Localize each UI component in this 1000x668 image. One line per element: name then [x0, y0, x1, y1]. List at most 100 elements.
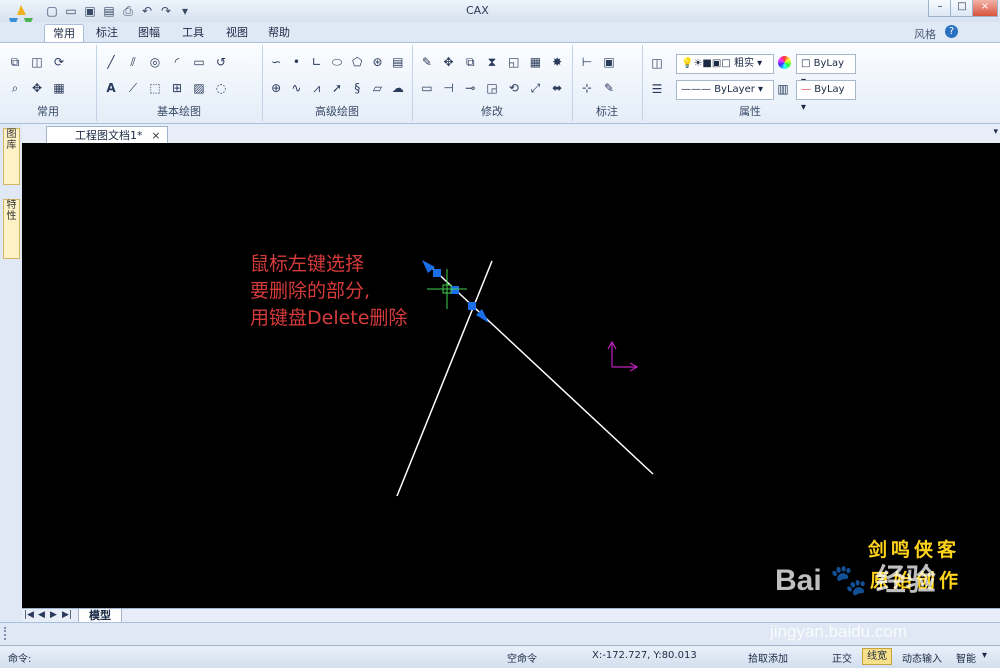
fillet-icon[interactable]: ◲	[483, 79, 501, 97]
dim-style-icon[interactable]: ▣	[600, 53, 618, 71]
explode-icon[interactable]: ✸	[548, 53, 566, 71]
cycloid-icon[interactable]: ⊕	[268, 79, 284, 97]
break-icon[interactable]: ⊸	[461, 79, 479, 97]
extend-icon[interactable]: ⊣	[440, 79, 458, 97]
save-icon[interactable]: ▣	[82, 3, 98, 19]
tab-dimension[interactable]: 标注	[88, 24, 126, 42]
linetype-combo[interactable]: ——— ByLayer ▾	[676, 80, 774, 100]
stretch-icon[interactable]: ⬌	[548, 79, 566, 97]
maximize-button[interactable]: □	[950, 0, 974, 17]
drawn-line-2[interactable]	[431, 267, 654, 475]
nav-last-icon[interactable]: ▶|	[62, 610, 72, 620]
zoom-icon[interactable]: ⌕	[6, 79, 24, 97]
grip-end[interactable]	[468, 302, 476, 310]
tab-list-icon[interactable]: ▾	[993, 127, 998, 137]
new-icon[interactable]: ▢	[44, 3, 60, 19]
circle-icon[interactable]: ◎	[146, 53, 164, 71]
color-wheel-icon[interactable]	[778, 56, 791, 69]
arc-icon[interactable]: ◜	[168, 53, 186, 71]
close-tab-icon[interactable]: ×	[151, 127, 160, 144]
help-icon[interactable]: ?	[945, 25, 958, 38]
center-mark-icon[interactable]: ⊛	[369, 53, 385, 71]
text-icon[interactable]: A	[102, 79, 120, 97]
dynamic-input-toggle[interactable]: 动态输入	[902, 650, 942, 665]
layer-icon[interactable]: ◫	[28, 53, 46, 71]
dim-edit-icon[interactable]: ✎	[600, 79, 618, 97]
angle-icon[interactable]: ∟	[309, 53, 325, 71]
document-tab[interactable]: 工程图文档1* ×	[46, 126, 168, 144]
move-icon[interactable]: ✥	[440, 53, 458, 71]
block-icon[interactable]: ⬚	[146, 79, 164, 97]
undo-icon[interactable]: ↶	[139, 3, 155, 19]
cloud-icon[interactable]: ☁	[390, 79, 406, 97]
grip-start[interactable]	[433, 269, 441, 277]
smart-snap-toggle[interactable]: 智能	[956, 650, 976, 665]
color-combo[interactable]: □ ByLay ▾	[796, 54, 856, 87]
table-icon[interactable]: ▤	[390, 53, 406, 71]
rectangle-icon[interactable]: ▭	[190, 53, 208, 71]
copy-format-icon[interactable]: ⧉	[6, 53, 24, 71]
insert-icon[interactable]: ⊞	[168, 79, 186, 97]
print-icon[interactable]: ⎙	[120, 3, 136, 19]
pan-icon[interactable]: ✥	[28, 79, 46, 97]
properties-panel-button[interactable]: 特性	[3, 199, 20, 259]
line-icon[interactable]: ╱	[102, 53, 120, 71]
coordinate-dim-icon[interactable]: ⊹	[578, 79, 596, 97]
rotate-icon[interactable]: ⟲	[505, 79, 523, 97]
drawing-canvas[interactable]: 鼠标左键选择 要删除的部分, 用键盘Delete删除 剑鸣侠客 原始创作	[22, 143, 1000, 608]
redo-icon[interactable]: ↷	[158, 3, 174, 19]
linewidth-toggle[interactable]: 线宽	[862, 648, 892, 665]
dimension-icon[interactable]: ⊢	[578, 53, 596, 71]
lineweight-icon[interactable]: ▥	[774, 80, 792, 98]
scale-icon[interactable]: ⤢	[527, 79, 545, 97]
tab-common[interactable]: 常用	[44, 24, 84, 43]
layer-manager-icon[interactable]: ◫	[648, 54, 666, 72]
copy-icon[interactable]: ⧉	[461, 53, 479, 71]
nav-next-icon[interactable]: ▶	[50, 610, 57, 620]
refresh-icon[interactable]: ⟳	[50, 53, 68, 71]
point-icon[interactable]: •	[288, 53, 304, 71]
qat-menu-icon[interactable]: ▾	[177, 3, 193, 19]
array-icon[interactable]: ▦	[527, 53, 545, 71]
minimize-button[interactable]: –	[928, 0, 952, 17]
spline-icon[interactable]: ∽	[268, 53, 284, 71]
nav-first-icon[interactable]: |◀	[24, 610, 34, 620]
ellipse-icon[interactable]: ⬭	[329, 53, 345, 71]
hatch-icon[interactable]: ▨	[190, 79, 208, 97]
layer-combo[interactable]: 💡☀■▣□ 粗实 ▾	[676, 54, 774, 74]
polygon-icon[interactable]: ⬠	[349, 53, 365, 71]
ortho-toggle[interactable]: 正交	[832, 650, 852, 665]
mirror-icon[interactable]: ⧗	[483, 53, 501, 71]
wave-icon[interactable]: ∿	[288, 79, 304, 97]
parallel-line-icon[interactable]: ⫽	[124, 53, 142, 71]
pick-mode-button[interactable]: 拾取添加	[748, 650, 788, 665]
status-menu-icon[interactable]: ▾	[982, 650, 987, 661]
centerline-icon[interactable]: ⟋	[124, 79, 142, 97]
tab-frame[interactable]: 图幅	[130, 24, 168, 42]
undo-draw-icon[interactable]: ↺	[212, 53, 230, 71]
zigzag-icon[interactable]: ⩘	[309, 79, 325, 97]
style-menu[interactable]: 风格	[914, 26, 936, 42]
drawing-svg[interactable]	[22, 143, 1000, 608]
tab-view[interactable]: 视图	[218, 24, 256, 42]
arrow-icon[interactable]: ➚	[329, 79, 345, 97]
offset-icon[interactable]: ◱	[505, 53, 523, 71]
paste-icon[interactable]: ▦	[50, 79, 68, 97]
linetype-icon[interactable]: ☰	[648, 80, 666, 98]
trim-icon[interactable]: ▭	[418, 79, 436, 97]
tab-help[interactable]: 帮助	[260, 24, 298, 42]
open-icon[interactable]: ▭	[63, 3, 79, 19]
close-button[interactable]: ×	[972, 0, 998, 17]
nav-prev-icon[interactable]: ◀	[38, 610, 45, 620]
grip-mid[interactable]	[451, 286, 459, 294]
tab-tools[interactable]: 工具	[174, 24, 212, 42]
spring-icon[interactable]: §	[349, 79, 365, 97]
delete-icon[interactable]: ✎	[418, 53, 436, 71]
lineweight-combo[interactable]: — ByLay ▾	[796, 80, 856, 113]
model-tab[interactable]: 模型	[78, 609, 122, 623]
save-as-icon[interactable]: ▤	[101, 3, 117, 19]
library-panel-button[interactable]: 图库	[3, 128, 20, 185]
drawn-line-1[interactable]	[396, 260, 493, 497]
image-icon[interactable]: ◌	[212, 79, 230, 97]
contour-icon[interactable]: ▱	[369, 79, 385, 97]
